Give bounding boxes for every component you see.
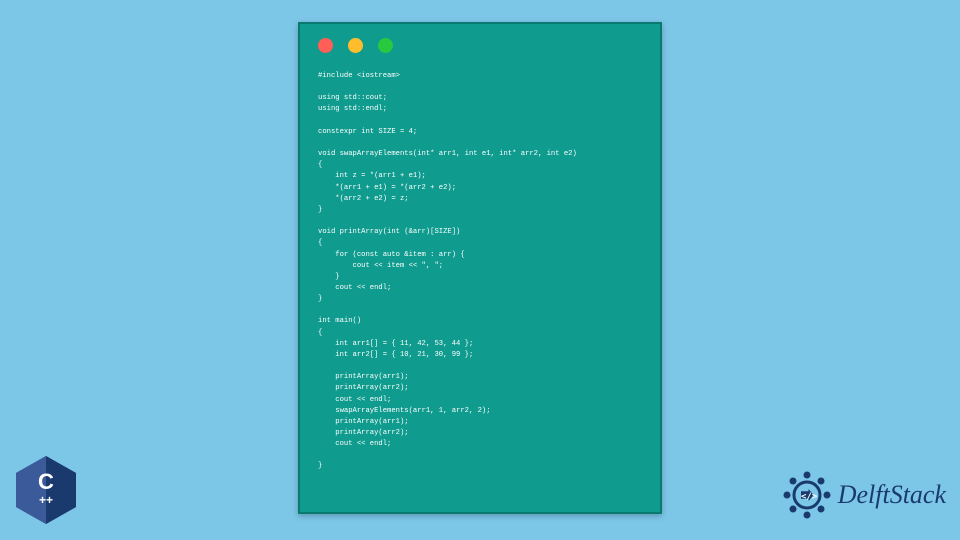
code-window: #include <iostream> using std::cout; usi… bbox=[298, 22, 662, 514]
svg-text:C: C bbox=[38, 469, 54, 494]
maximize-icon bbox=[378, 38, 393, 53]
code-block: #include <iostream> using std::cout; usi… bbox=[300, 61, 660, 485]
cpp-badge-icon: C ++ bbox=[14, 454, 78, 526]
svg-text:++: ++ bbox=[39, 493, 53, 507]
minimize-icon bbox=[348, 38, 363, 53]
brand-mark-icon: </> bbox=[780, 468, 834, 522]
brand-name: DelftStack bbox=[838, 480, 946, 510]
window-controls bbox=[300, 24, 660, 61]
brand-logo: </> DelftStack bbox=[780, 468, 946, 522]
close-icon bbox=[318, 38, 333, 53]
svg-text:</>: </> bbox=[801, 492, 818, 502]
